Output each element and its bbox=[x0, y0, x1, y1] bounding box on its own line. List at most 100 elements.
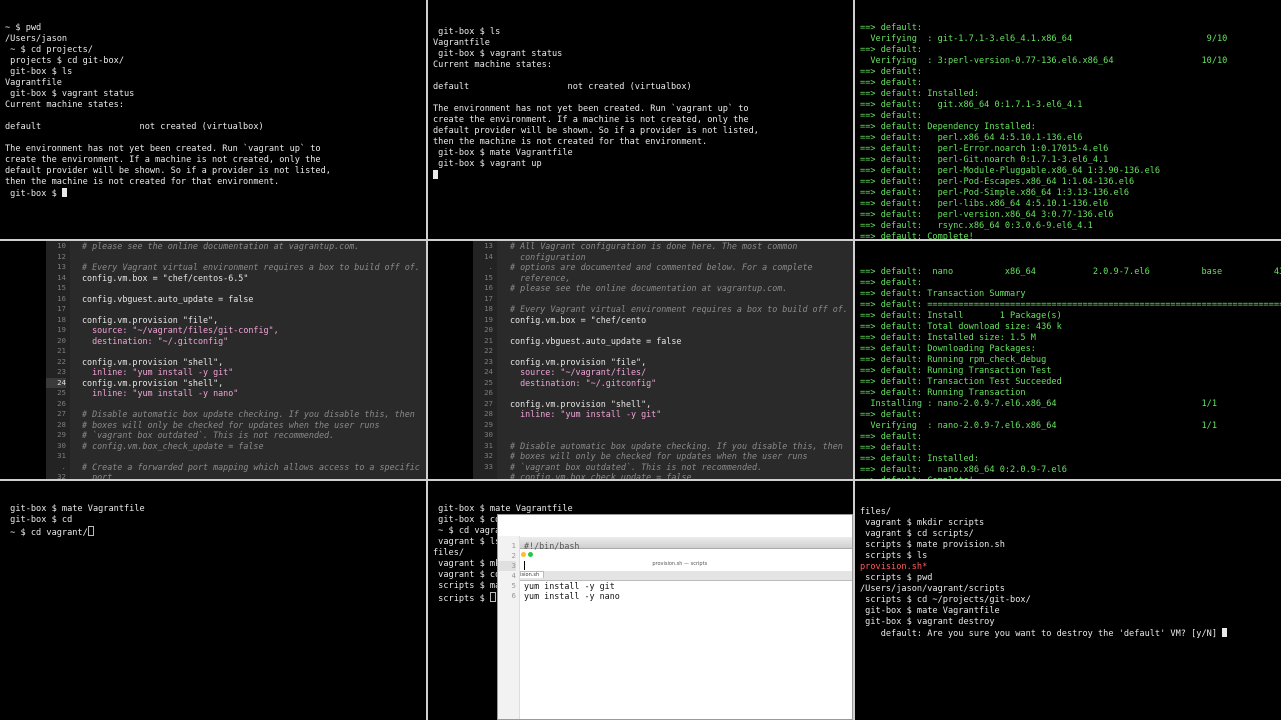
terminal-panel-8[interactable]: git-box $ mate Vagrantfile git-box $ cd … bbox=[428, 481, 853, 720]
terminal-panel-2[interactable]: git-box $ ls Vagrantfile git-box $ vagran… bbox=[428, 0, 853, 239]
line-number: 25 bbox=[484, 377, 493, 387]
terminal-output: ==> default: nano x86_64 2.0.9-7.el6 bas… bbox=[860, 267, 1281, 479]
terminal-line: ==> default: bbox=[860, 443, 923, 453]
terminal-output: git-box $ mate Vagrantfile git-box $ cd … bbox=[5, 504, 421, 538]
editor-panel-vagrantfile-2[interactable]: 13 14. 15 16 17 18 19 20 21 22 23 24 25 26 27 28 29 30 31 3… bbox=[428, 241, 853, 479]
code-area[interactable]: # please see the online documentation at… bbox=[76, 241, 426, 479]
line-number: 6 bbox=[511, 591, 516, 600]
provision-editor-window[interactable]: provision.sh — scripts provision.sh 1234… bbox=[497, 514, 853, 720]
terminal-panel-9[interactable]: files/ vagrant $ mkdir scripts vagrant $… bbox=[855, 481, 1281, 720]
terminal-line: Verifying : git-1.7.1-3.el6_4.1.x86_64 9… bbox=[860, 34, 1228, 44]
terminal-line: ==> default: Installed: bbox=[860, 454, 979, 464]
code-line: # boxes will only be checked for updates… bbox=[82, 419, 380, 430]
terminal-line: ==> default: ===========================… bbox=[860, 300, 1281, 310]
line-number: 14 bbox=[57, 272, 66, 282]
terminal-line: Installing : nano-2.0.9-7.el6.x86_64 1/1 bbox=[860, 399, 1217, 409]
terminal-line: /Users/jason bbox=[5, 34, 68, 44]
terminal-line: ==> default: Installed: bbox=[860, 89, 979, 99]
line-number: 23 bbox=[484, 356, 493, 366]
line-number: 33 bbox=[484, 461, 493, 471]
line-number: 30 bbox=[484, 430, 493, 439]
terminal-line: git-box $ vagrant destroy bbox=[860, 617, 995, 627]
line-number: 3 bbox=[498, 561, 516, 571]
text-cursor bbox=[489, 592, 496, 602]
terminal-line: ~ $ cd projects/ bbox=[5, 45, 93, 55]
terminal-panel-7[interactable]: git-box $ mate Vagrantfile git-box $ cd … bbox=[0, 481, 426, 720]
line-number: 31 bbox=[57, 451, 66, 460]
text-cursor bbox=[1222, 628, 1228, 637]
terminal-line: ==> default: Running Transaction Test bbox=[860, 366, 1052, 376]
line-number-gutter: 123456 bbox=[498, 536, 520, 719]
terminal-output: ==> default: Verifying : git-1.7.1-3.el6… bbox=[860, 23, 1276, 239]
code-line: # `vagrant box outdated`. This is not re… bbox=[510, 461, 763, 472]
line-number: 26 bbox=[484, 388, 493, 397]
terminal-line: git-box $ ls bbox=[5, 67, 73, 77]
terminal-line: scripts $ pwd bbox=[860, 573, 933, 583]
line-number: 27 bbox=[57, 409, 66, 418]
code-line: config.vm.provision "shell", bbox=[82, 356, 224, 367]
code-line: configuration bbox=[510, 251, 586, 262]
code-line: # Disable automatic box update checking.… bbox=[82, 409, 415, 419]
terminal-line: ~ $ cd vagrant/ bbox=[5, 526, 421, 538]
line-number: 18 bbox=[484, 304, 493, 313]
terminal-line: Vagrantfile bbox=[433, 38, 490, 48]
code-area[interactable]: # All Vagrant configuration is done here… bbox=[504, 241, 853, 479]
code-line: #!/bin/bash bbox=[524, 541, 580, 551]
text-cursor bbox=[433, 170, 438, 179]
terminal-line: ==> default: bbox=[860, 78, 923, 88]
terminal-line: ==> default: bbox=[860, 278, 923, 288]
terminal-line bbox=[433, 170, 848, 181]
terminal-line: ==> default: bbox=[860, 45, 923, 55]
line-number: 10 bbox=[57, 241, 66, 250]
terminal-line: git-box $ ls bbox=[433, 27, 501, 37]
code-area[interactable]: #!/bin/bash yum install -y git yum install… bbox=[524, 536, 852, 719]
terminal-output: ~ $ pwd/Users/jason ~ $ cd projects/ pro… bbox=[5, 23, 421, 199]
code-line: # Every Vagrant virtual environment requ… bbox=[82, 262, 420, 272]
line-number: 28 bbox=[57, 419, 66, 429]
terminal-line: ==> default: bbox=[860, 23, 923, 33]
code-line: # options are documented and commented b… bbox=[510, 262, 813, 272]
code-line: reference, bbox=[510, 272, 571, 283]
code-line: config.vbguest.auto_update = false bbox=[82, 293, 254, 304]
line-number: 32 bbox=[57, 472, 66, 479]
terminal-line: ==> default: Downloading Packages: bbox=[860, 344, 1036, 354]
editor-panel-vagrantfile-1[interactable]: 10 12 13 14 15 16 17 18 19 20 21 22 23 24 25 26 27 28 29 30… bbox=[0, 241, 426, 479]
line-number: 13 bbox=[57, 262, 66, 271]
terminal-panel-3[interactable]: ==> default: Verifying : git-1.7.1-3.el6… bbox=[855, 0, 1281, 239]
line-number-gutter: 10 12 13 14 15 16 17 18 19 20 21 22 23 24 25 26 27 28 29 30… bbox=[46, 241, 70, 479]
line-number: 23 bbox=[57, 367, 66, 376]
line-number: 24 bbox=[484, 367, 493, 376]
terminal-line: ==> default: Transaction Test Succeeded bbox=[860, 377, 1062, 387]
terminal-line: ==> default: bbox=[860, 67, 923, 77]
line-number: 25 bbox=[57, 388, 66, 397]
code-line: # config.vm.box_check_update = false bbox=[510, 472, 692, 479]
line-number: 30 bbox=[57, 440, 66, 450]
terminal-line: scripts $ ls bbox=[860, 551, 928, 561]
code-line: # Every Vagrant virtual environment requ… bbox=[510, 304, 848, 314]
text-cursor bbox=[87, 526, 94, 536]
terminal-line: ==> default: perl-version.x86_64 3:0.77-… bbox=[860, 210, 1114, 220]
terminal-panel-1[interactable]: ~ $ pwd/Users/jason ~ $ cd projects/ pro… bbox=[0, 0, 426, 239]
terminal-line: ==> default: bbox=[860, 432, 923, 442]
terminal-line: ==> default: perl-Git.noarch 0:1.7.1-3.e… bbox=[860, 155, 1109, 165]
terminal-line: ==> default: perl-Error.noarch 1:0.17015… bbox=[860, 144, 1109, 154]
terminal-line: ==> default: git.x86_64 0:1.7.1-3.el6_4.… bbox=[860, 100, 1083, 110]
terminal-line: default provider will be shown. So if a … bbox=[433, 126, 759, 136]
terminal-line: default: Are you sure you want to destro… bbox=[860, 628, 1276, 639]
line-number: 29 bbox=[484, 419, 493, 429]
line-number: 22 bbox=[57, 356, 66, 366]
code-line: # Create a forwarded port mapping which … bbox=[82, 461, 420, 472]
line-number: 21 bbox=[484, 335, 493, 345]
terminal-panel-6[interactable]: ==> default: nano x86_64 2.0.9-7.el6 bas… bbox=[855, 241, 1281, 479]
terminal-line: ==> default: Installed size: 1.5 M bbox=[860, 333, 1036, 343]
line-number: 4 bbox=[511, 571, 516, 580]
terminal-line: git-box $ mate Vagrantfile bbox=[5, 504, 145, 514]
